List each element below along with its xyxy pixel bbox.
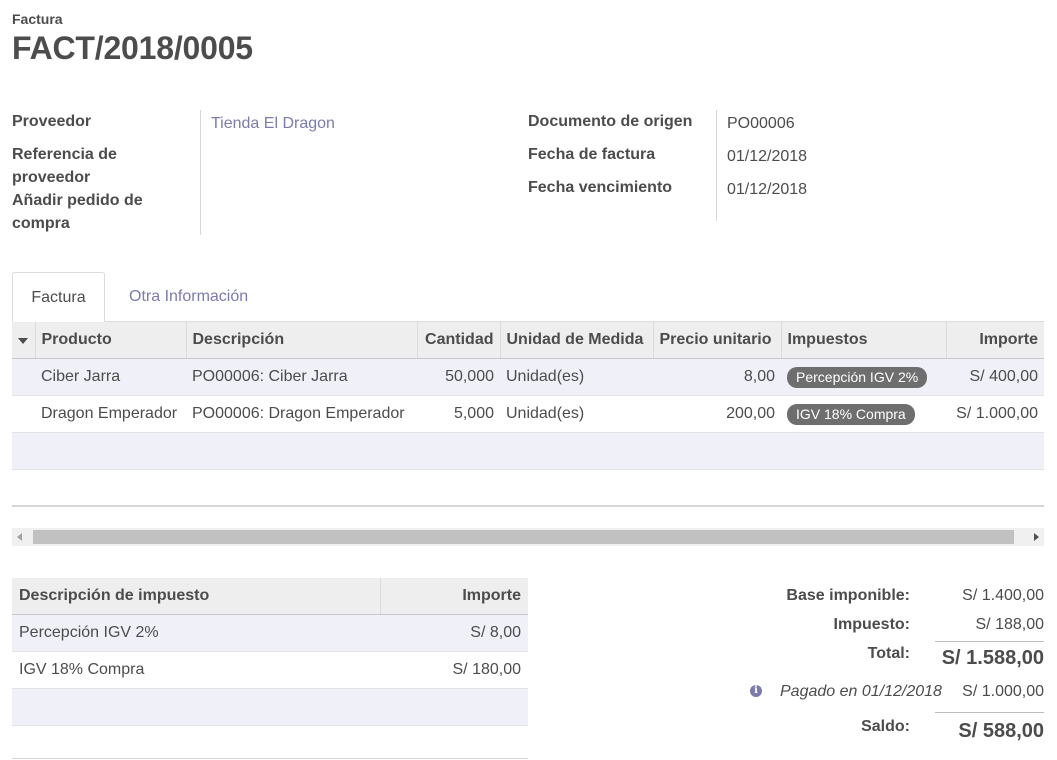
tax-badge: IGV 18% Compra [787,403,915,425]
balance-divider [935,712,1044,713]
balance-value: S/ 588,00 [958,720,1044,742]
table-header-row: Producto Descripción Cantidad Unidad de … [12,322,1044,359]
vendor-reference-label-line2: proveedor [12,169,91,186]
cell-product: Dragon Emperador [35,395,186,433]
horizontal-scrollbar[interactable] [12,528,1044,546]
cell-description: PO00006: Ciber Jarra [186,358,417,396]
cell-amount: S/ 1.000,00 [946,395,1044,433]
cell-unit-price: 8,00 [653,358,781,396]
balance-label: Saldo: [861,718,910,735]
row-spacer [12,395,35,433]
column-header-product[interactable]: Producto [35,322,187,359]
cell-tax-description: Percepción IGV 2% [12,614,380,652]
invoice-number: FACT/2018/0005 [12,30,253,66]
supplier-label: Proveedor [12,113,92,130]
table-footer-line [12,505,1044,507]
cell-taxes: IGV 18% Compra [781,395,946,433]
cell-unit-of-measure: Unidad(es) [500,358,653,396]
add-purchase-order-label-line2: compra [12,215,70,232]
cell-unit-price: 200,00 [653,395,781,433]
table-row: Percepción IGV 2% S/ 8,00 [12,614,528,652]
invoice-date-value: 01/12/2018 [727,148,808,165]
tax-summary-table: Descripción de impuesto Importe Percepci… [12,578,528,726]
tax-amount-label: Impuesto: [833,616,910,633]
table-row[interactable]: Dragon Emperador PO00006: Dragon Emperad… [12,395,1044,433]
invoice-lines-table: Producto Descripción Cantidad Unidad de … [12,322,1044,506]
column-header-taxes[interactable]: Impuestos [781,322,947,359]
column-header-quantity[interactable]: Cantidad [417,322,501,359]
empty-cell [12,470,1044,507]
cell-quantity: 50,000 [417,358,500,396]
field-divider-right [716,110,717,221]
document-type: Factura [12,11,63,27]
origin-document-value: PO00006 [727,115,795,132]
origin-document-label: Documento de origen [528,113,693,130]
tax-table-footer-line [12,758,528,759]
tax-amount-value: S/ 188,00 [975,616,1045,633]
total-divider [935,641,1044,642]
column-header-description[interactable]: Descripción [186,322,418,359]
empty-cell [12,432,1044,470]
column-header-tax-description: Descripción de impuesto [12,578,380,615]
cell-tax-description: IGV 18% Compra [12,651,380,689]
cell-tax-amount: S/ 180,00 [380,651,528,689]
empty-row [12,432,1044,470]
payment-line-value: S/ 1.000,00 [962,683,1044,700]
sort-toggle[interactable] [12,322,36,359]
empty-cell [12,688,528,726]
cell-description: PO00006: Dragon Emperador [186,395,417,433]
table-header-row: Descripción de impuesto Importe [12,578,528,615]
caret-down-icon [18,338,28,344]
base-amount-label: Base imponible: [786,587,910,604]
cell-unit-of-measure: Unidad(es) [500,395,653,433]
scroll-left-arrow-icon[interactable] [17,533,22,541]
base-amount-value: S/ 1.400,00 [962,587,1044,604]
payment-line-label: Pagado en 01/12/2018 [780,683,942,700]
row-spacer [12,358,35,396]
cell-tax-amount: S/ 8,00 [380,614,528,652]
tab-other-information[interactable]: Otra Información [129,288,248,306]
column-header-unit-price[interactable]: Precio unitario [653,322,782,359]
field-divider-left [200,110,201,235]
scroll-right-arrow-icon[interactable] [1034,533,1039,541]
column-header-tax-amount: Importe [379,578,528,615]
table-row[interactable]: Ciber Jarra PO00006: Ciber Jarra 50,000 … [12,358,1044,396]
add-purchase-order-label-line1: Añadir pedido de [12,192,143,209]
due-date-value: 01/12/2018 [727,181,808,198]
total-label: Total: [867,645,910,662]
column-header-amount[interactable]: Importe [946,322,1044,359]
info-circle-icon[interactable]: i [750,685,762,697]
tax-badge: Percepción IGV 2% [787,366,928,388]
empty-row [12,470,1044,507]
cell-amount: S/ 400,00 [946,358,1044,396]
table-row: IGV 18% Compra S/ 180,00 [12,651,528,689]
scrollbar-thumb[interactable] [33,530,1014,544]
cell-quantity: 5,000 [417,395,500,433]
invoice-date-label: Fecha de factura [528,146,656,163]
vendor-reference-label-line1: Referencia de [12,146,117,163]
empty-row [12,688,528,726]
tab-invoice[interactable]: Factura [12,272,105,322]
column-header-unit-of-measure[interactable]: Unidad de Medida [500,322,654,359]
total-value: S/ 1.588,00 [941,647,1044,669]
supplier-link[interactable]: Tienda El Dragon [211,115,335,133]
cell-product: Ciber Jarra [35,358,186,396]
due-date-label: Fecha vencimiento [528,179,673,196]
cell-taxes: Percepción IGV 2% [781,358,946,396]
